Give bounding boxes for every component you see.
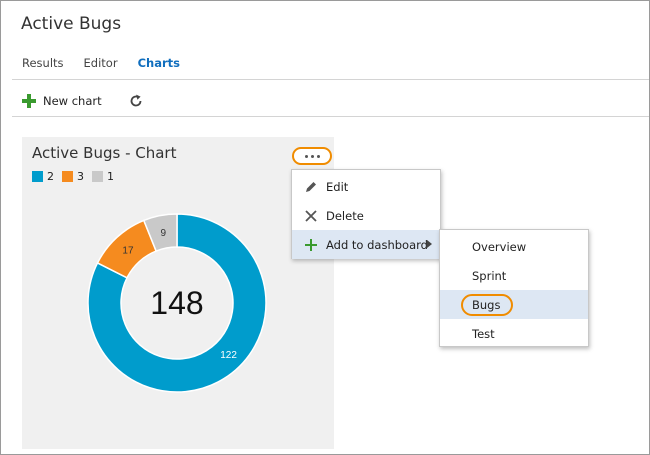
legend-swatch: [32, 171, 43, 182]
submenu-item-label: Test: [472, 326, 495, 341]
dashboard-submenu: Overview Sprint Bugs Test: [439, 229, 589, 347]
slice-value-label: 122: [220, 350, 237, 361]
tab-results[interactable]: Results: [22, 56, 64, 70]
new-chart-label: New chart: [43, 94, 102, 108]
legend-label: 1: [107, 170, 114, 183]
highlight-ring: [461, 294, 513, 316]
tab-bar: Results Editor Charts: [22, 56, 200, 70]
submenu-item-test[interactable]: Test: [440, 319, 588, 348]
menu-item-delete[interactable]: Delete: [292, 201, 440, 230]
legend-item: 3: [62, 170, 84, 183]
ellipsis-dot: [310, 154, 314, 158]
ellipsis-dot: [316, 154, 320, 158]
tab-editor[interactable]: Editor: [84, 56, 118, 70]
menu-item-label: Edit: [326, 179, 349, 194]
donut-chart: 122 17 9 148: [87, 213, 267, 393]
chart-legend: 2 3 1: [32, 170, 122, 183]
chart-title: Active Bugs - Chart: [32, 144, 177, 162]
close-icon: [304, 209, 318, 223]
context-menu: Edit Delete Add to dashboard: [291, 169, 441, 259]
legend-swatch: [92, 171, 103, 182]
page-title: Active Bugs: [21, 14, 122, 34]
more-options-button[interactable]: [292, 147, 332, 165]
menu-item-label: Add to dashboard: [326, 237, 428, 252]
slice-value-label: 9: [160, 228, 166, 239]
ellipsis-icon: [304, 154, 308, 158]
slice-value-label: 17: [122, 246, 134, 257]
legend-item: 1: [92, 170, 114, 183]
submenu-item-label: Sprint: [472, 268, 507, 283]
menu-item-label: Delete: [326, 208, 364, 223]
chart-card: 122 17 9 148 Active Bugs - Chart 2 3 1: [22, 137, 334, 449]
toolbar: New chart: [22, 91, 143, 111]
legend-label: 2: [47, 170, 54, 183]
divider: [12, 116, 649, 117]
new-chart-button[interactable]: New chart: [22, 94, 102, 108]
menu-item-add-to-dashboard[interactable]: Add to dashboard: [292, 230, 440, 259]
submenu-item-label: Overview: [472, 239, 527, 254]
menu-item-edit[interactable]: Edit: [292, 172, 440, 201]
plus-icon: [304, 238, 318, 252]
legend-label: 3: [77, 170, 84, 183]
submenu-item-overview[interactable]: Overview: [440, 232, 588, 261]
refresh-icon[interactable]: [129, 94, 143, 108]
chart-total-label: 148: [150, 285, 203, 321]
legend-swatch: [62, 171, 73, 182]
submenu-arrow-icon: [427, 240, 432, 248]
submenu-item-bugs[interactable]: Bugs: [440, 290, 588, 319]
divider: [12, 79, 649, 80]
legend-item: 2: [32, 170, 54, 183]
pencil-icon: [304, 180, 318, 194]
plus-icon: [22, 94, 36, 108]
submenu-item-sprint[interactable]: Sprint: [440, 261, 588, 290]
tab-charts[interactable]: Charts: [138, 56, 180, 70]
